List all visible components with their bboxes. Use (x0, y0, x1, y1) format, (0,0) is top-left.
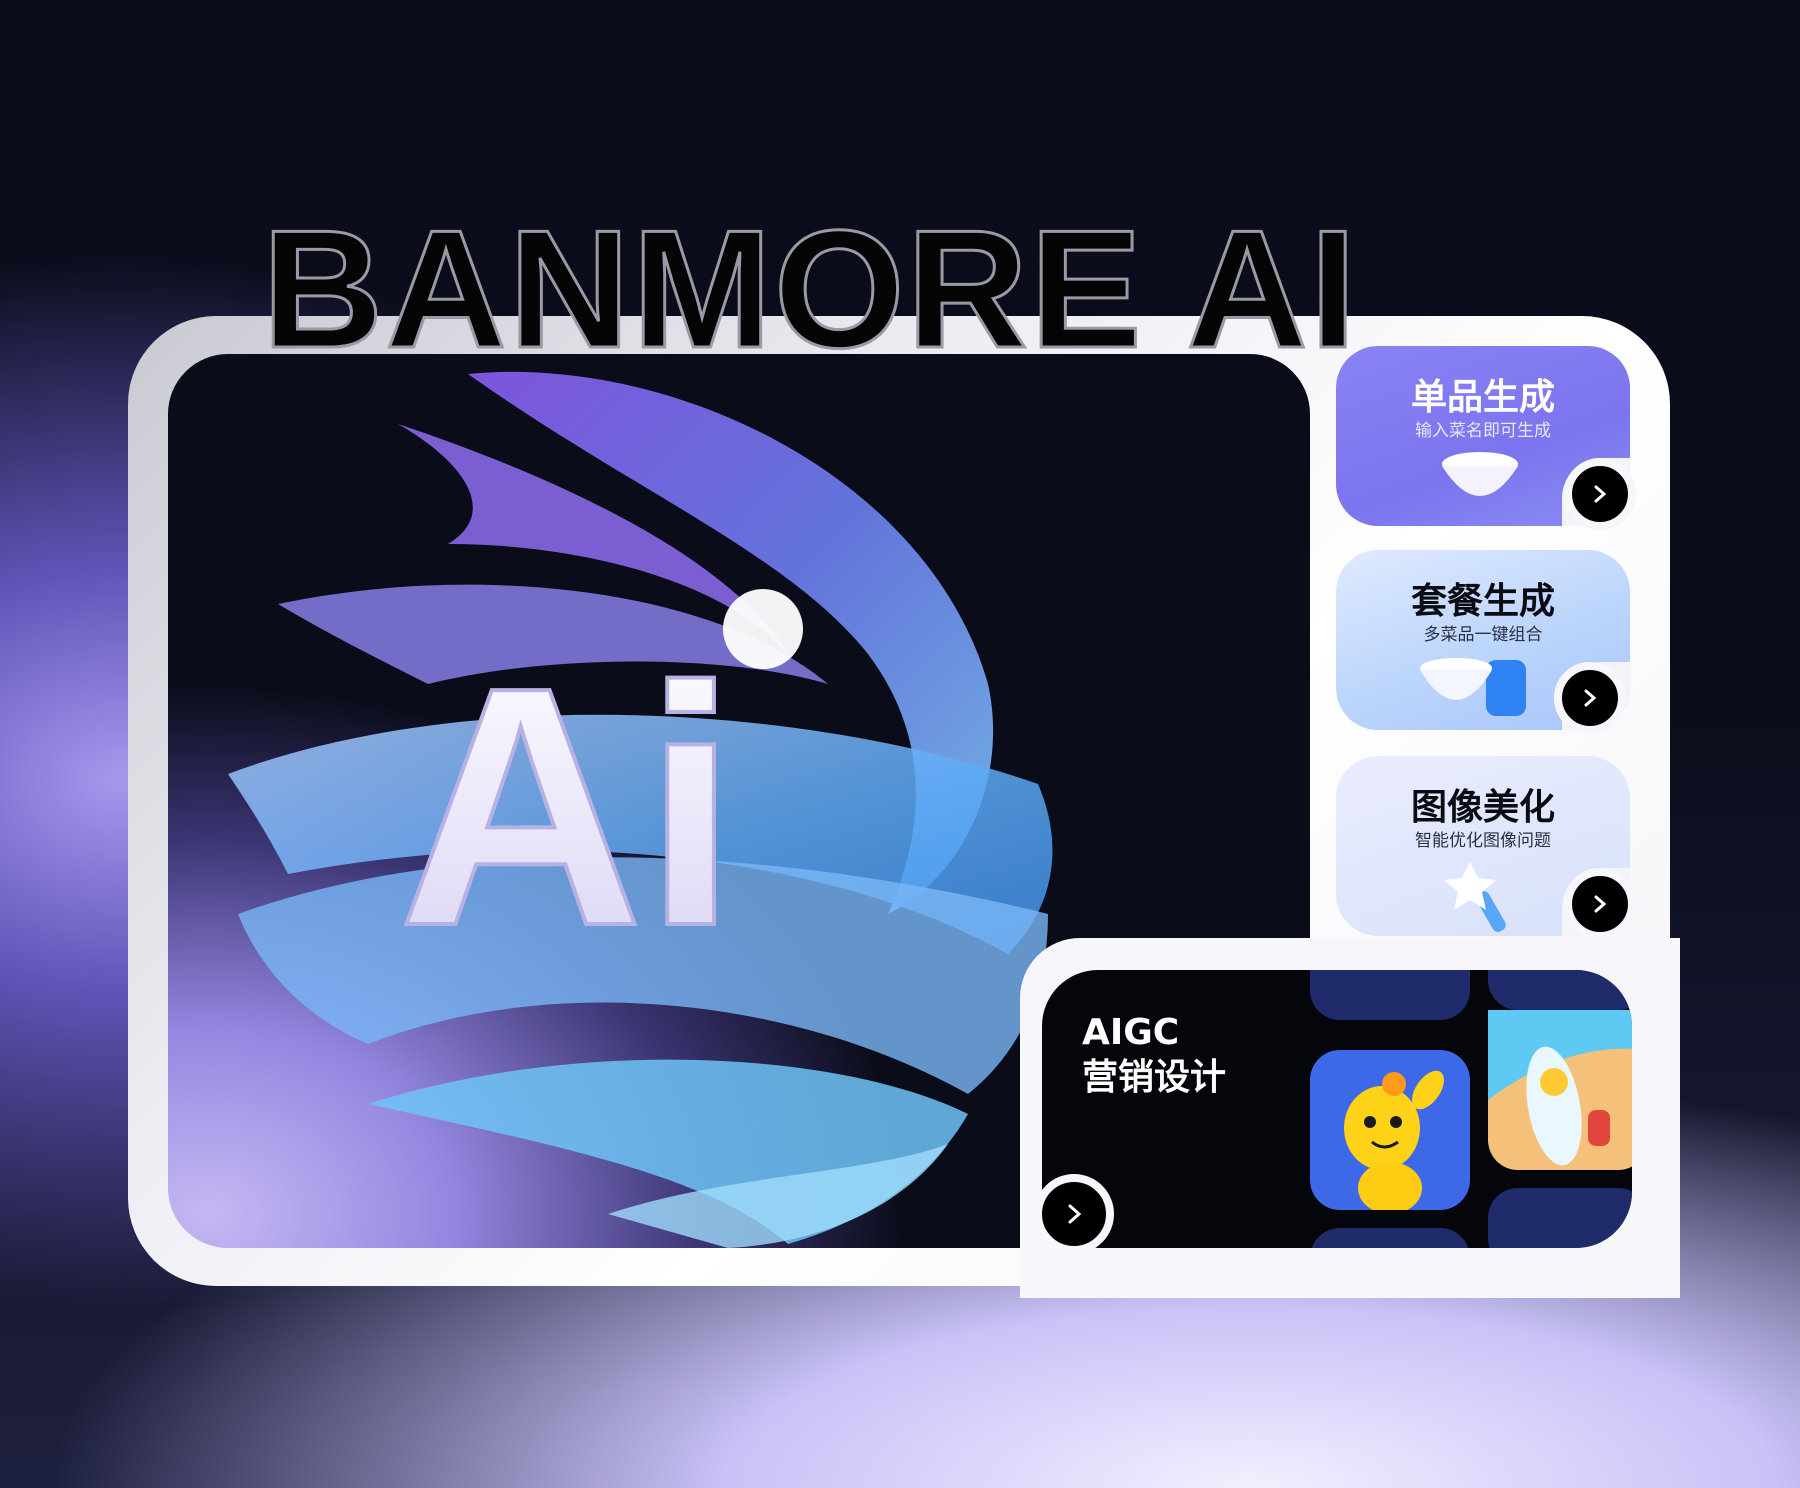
card-subtitle: 多菜品一键组合 (1423, 625, 1543, 645)
aigc-marketing-panel[interactable]: AIGC 营销设计 (1042, 970, 1632, 1248)
card-title: 图像美化 (1410, 787, 1555, 828)
yellow-mascot-icon (1344, 1070, 1444, 1214)
card-combo-generate-arrow-button[interactable] (1554, 662, 1626, 734)
beach-tile (1488, 1010, 1632, 1170)
surfboard-icon (1488, 1010, 1632, 1166)
tile-placeholder (1310, 970, 1470, 1020)
bowl-and-cup-icon (1420, 658, 1526, 716)
chevron-right-icon (1068, 1204, 1082, 1224)
card-subtitle: 智能优化图像问题 (1415, 831, 1551, 851)
magic-wand-icon (1444, 862, 1506, 932)
bowl-icon (1442, 452, 1518, 496)
card-title: 单品生成 (1410, 377, 1555, 418)
tile-placeholder (1488, 970, 1632, 1010)
chevron-right-icon (1584, 689, 1597, 707)
chevron-right-icon (1594, 895, 1607, 913)
tile-placeholder (1310, 1228, 1470, 1248)
aigc-title-line2: 营销设计 (1082, 1057, 1227, 1098)
card-title: 套餐生成 (1410, 581, 1555, 622)
aigc-arrow-button[interactable] (1034, 1174, 1114, 1254)
card-single-generate-arrow-button[interactable] (1564, 458, 1636, 530)
brand-title: BANMORE AI (261, 195, 1359, 383)
card-image-enhance-arrow-button[interactable] (1564, 868, 1636, 940)
aigc-title-line1: AIGC (1082, 1012, 1180, 1053)
tile-placeholder (1488, 1188, 1632, 1248)
aigc-title: AIGC 营销设计 (1082, 1010, 1282, 1100)
chevron-right-icon (1594, 485, 1607, 503)
card-subtitle: 输入菜名即可生成 (1415, 421, 1551, 441)
svg-text:Ai: Ai (398, 617, 738, 997)
mascot-tile (1310, 1050, 1470, 1214)
